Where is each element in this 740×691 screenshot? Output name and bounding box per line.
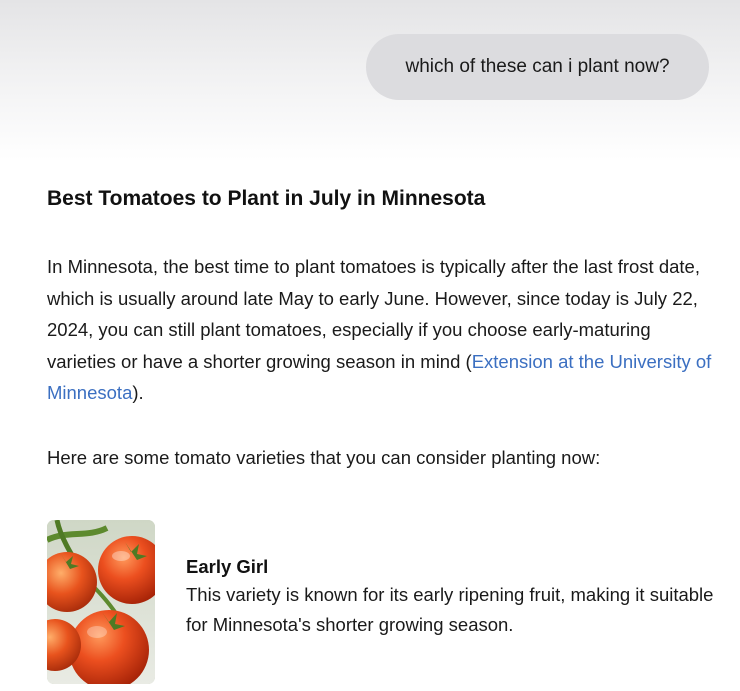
- intro-paragraph: In Minnesota, the best time to plant tom…: [47, 251, 717, 409]
- tomato-vine-photo-icon[interactable]: [47, 520, 155, 684]
- variety-name: Early Girl: [186, 556, 269, 577]
- user-message-text: which of these can i plant now?: [405, 56, 670, 77]
- assistant-response: Best Tomatoes to Plant in July in Minnes…: [47, 184, 717, 473]
- variety-description: This variety is known for its early ripe…: [186, 584, 714, 635]
- variety-text: Early Girl This variety is known for its…: [186, 553, 716, 640]
- variety-item: Early Girl This variety is known for its…: [47, 520, 717, 685]
- list-intro-paragraph: Here are some tomato varieties that you …: [47, 446, 601, 468]
- response-heading: Best Tomatoes to Plant in July in Minnes…: [47, 187, 486, 210]
- user-message-bubble: which of these can i plant now?: [366, 34, 709, 100]
- intro-end-text: ).: [132, 382, 144, 403]
